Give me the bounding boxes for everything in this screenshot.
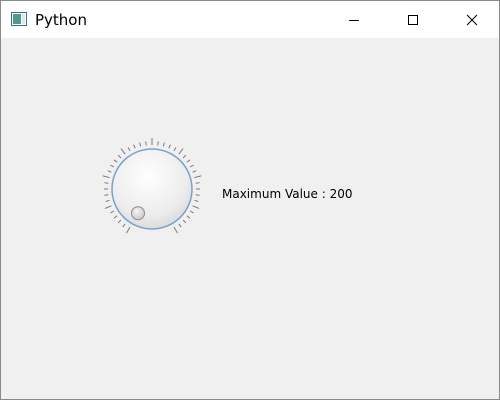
dial-handle[interactable] [131, 206, 145, 221]
app-window: Python Maximum Value: 200 [0, 0, 500, 400]
dial-tick [120, 148, 126, 155]
dial-tick [157, 141, 159, 146]
dial-tick [113, 159, 118, 163]
dial-tick [182, 154, 187, 159]
dial-tick [107, 170, 112, 173]
dial-tick [192, 205, 200, 209]
dial-tick [113, 215, 118, 219]
dial-tick [162, 142, 165, 147]
dial-tick [168, 144, 171, 149]
dial-knob[interactable] [98, 135, 206, 243]
dial-tick [195, 182, 200, 184]
dial-tick [178, 223, 182, 228]
dial-tick [102, 175, 110, 179]
dial-tick [127, 147, 131, 152]
dial-tick [104, 205, 112, 209]
dial-tick [117, 154, 122, 159]
dial-tick [139, 142, 142, 147]
dial-tick [133, 144, 136, 149]
dial-face [111, 148, 193, 230]
dial-tick [110, 164, 115, 168]
maximize-icon [408, 14, 418, 25]
dial-tick [126, 226, 131, 234]
maximize-button[interactable] [390, 1, 436, 38]
maximum-value-label: Maximum Value : 200 [222, 187, 353, 201]
dial-tick [145, 141, 147, 146]
python-app-icon [11, 12, 27, 26]
dial-tick [105, 199, 110, 202]
close-icon [466, 14, 478, 25]
client-area: Maximum Value : 200 [1, 38, 499, 399]
window-title: Python [35, 11, 87, 29]
dial-tick [189, 164, 194, 168]
dial-tick [104, 182, 109, 184]
dial-tick [194, 199, 199, 202]
dial-tick [110, 210, 115, 214]
dial-tick [178, 148, 184, 155]
dial-tick [194, 175, 202, 179]
dial-tick [122, 223, 126, 228]
dial-tick [173, 147, 177, 152]
dial-tick [186, 215, 191, 219]
dial-tick [192, 170, 197, 173]
title-bar[interactable]: Python [1, 1, 499, 38]
dial-tick [195, 194, 200, 196]
dial-tick [182, 219, 187, 224]
minimize-button[interactable] [331, 1, 377, 38]
minimize-icon [349, 19, 359, 21]
close-button[interactable] [449, 1, 495, 38]
dial-tick [173, 226, 178, 234]
dial-tick [104, 194, 109, 196]
dial-tick [189, 210, 194, 214]
dial-tick [117, 219, 122, 224]
dial-tick [186, 159, 191, 163]
